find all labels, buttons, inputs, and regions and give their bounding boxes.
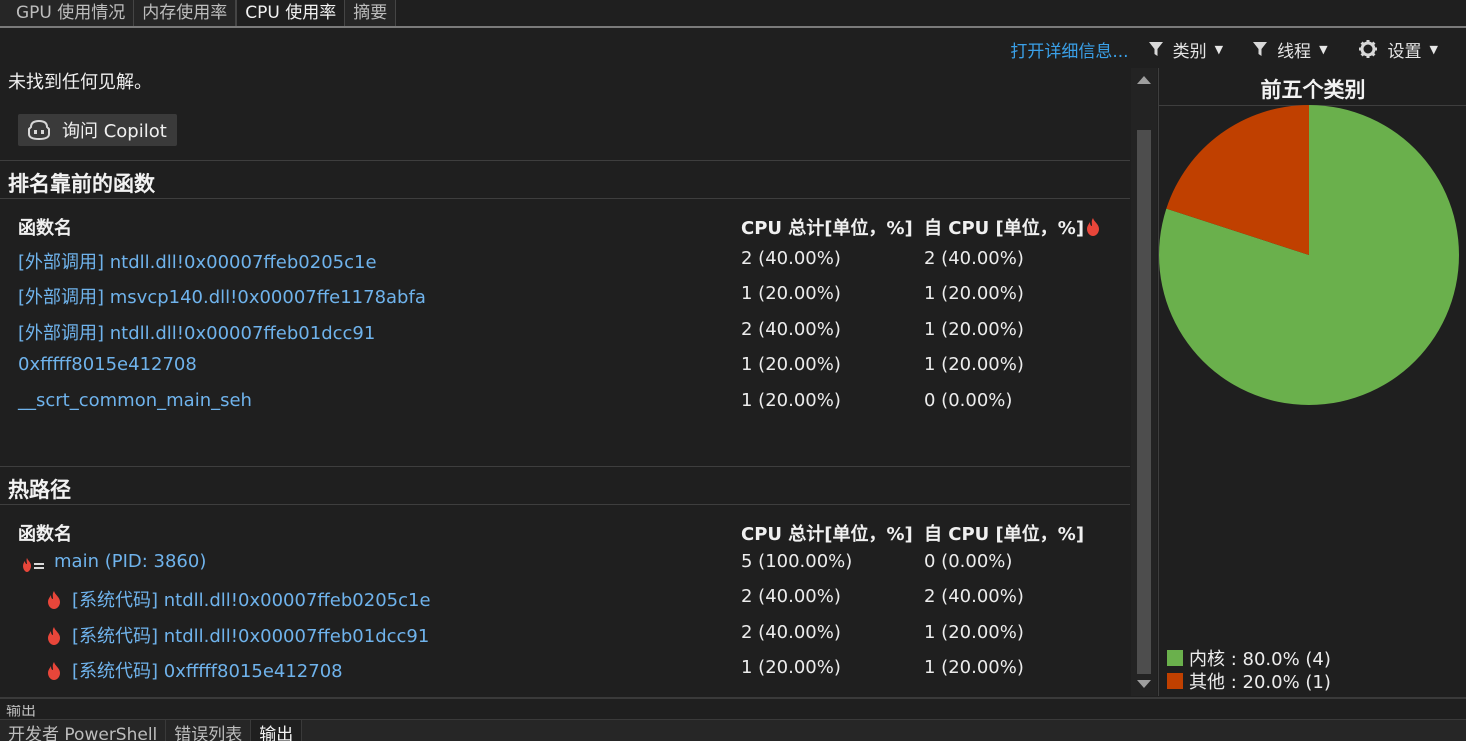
toolbar: 打开详细信息... 类别 ▼ 线程 ▼ 设置 ▼ xyxy=(1010,34,1466,64)
category-filter-button[interactable]: 类别 ▼ xyxy=(1148,37,1224,62)
open-details-link[interactable]: 打开详细信息... xyxy=(1010,37,1128,62)
table-row[interactable]: __scrt_common_main_seh 1 (20.00%) 0 (0.0… xyxy=(0,390,1130,420)
column-header-function-name[interactable]: 函数名 xyxy=(18,520,72,546)
cpu-total-value: 2 (40.00%) xyxy=(741,319,841,340)
function-name-link[interactable]: 0xfffff8015e412708 xyxy=(18,354,197,375)
hot-path-root-icon xyxy=(23,558,44,572)
function-name-link[interactable]: [外部调用] ntdll.dll!0x00007ffeb01dcc91 xyxy=(18,319,375,345)
pie-legend: 内核 : 80.0% (4) 其他 : 20.0% (1) xyxy=(1167,646,1331,693)
scrollbar-thumb[interactable] xyxy=(1137,130,1151,674)
output-panel-title: 输出 xyxy=(6,705,37,719)
cpu-total-value: 1 (20.00%) xyxy=(741,390,841,411)
function-name-link[interactable]: [系统代码] 0xfffff8015e412708 xyxy=(72,657,343,683)
top-functions-title: 排名靠前的函数 xyxy=(8,172,155,196)
pie-chart-title: 前五个类别 xyxy=(1260,78,1366,102)
self-cpu-value: 2 (40.00%) xyxy=(924,248,1024,269)
chevron-down-icon: ▼ xyxy=(1429,42,1438,56)
self-cpu-value: 1 (20.00%) xyxy=(924,657,1024,678)
table-row[interactable]: [外部调用] ntdll.dll!0x00007ffeb01dcc91 2 (4… xyxy=(0,319,1130,349)
self-cpu-value: 1 (20.00%) xyxy=(924,354,1024,375)
tree-row[interactable]: [系统代码] 0xfffff8015e412708 1 (20.00%) 1 (… xyxy=(0,657,1130,687)
divider xyxy=(0,198,1130,199)
gear-icon xyxy=(1358,40,1377,58)
thread-label: 线程 xyxy=(1277,41,1312,62)
flame-icon xyxy=(1087,218,1099,236)
table-row[interactable]: 0xfffff8015e412708 1 (20.00%) 1 (20.00%) xyxy=(0,354,1130,384)
chevron-down-icon: ▼ xyxy=(1319,42,1328,56)
vertical-scrollbar[interactable] xyxy=(1131,68,1157,696)
no-insights-text: 未找到任何见解。 xyxy=(8,72,152,93)
legend-item: 其他 : 20.0% (1) xyxy=(1167,669,1331,693)
table-row[interactable]: [外部调用] ntdll.dll!0x00007ffeb0205c1e 2 (4… xyxy=(0,248,1130,278)
hot-path-title: 热路径 xyxy=(8,478,71,502)
divider xyxy=(0,697,1466,699)
cpu-usage-main-panel: 未找到任何见解。 询问 Copilot 排名靠前的函数 函数名 CPU 总计[单… xyxy=(0,68,1130,696)
category-pie-chart xyxy=(1159,105,1459,405)
function-name-link[interactable]: [系统代码] ntdll.dll!0x00007ffeb01dcc91 xyxy=(72,622,429,648)
settings-label: 设置 xyxy=(1387,41,1422,62)
flame-icon xyxy=(48,627,60,645)
filter-icon xyxy=(1148,42,1163,56)
column-header-self-cpu[interactable]: 自 CPU [单位，%] xyxy=(924,214,1084,240)
tab-output[interactable]: 输出 xyxy=(251,720,303,741)
settings-button[interactable]: 设置 ▼ xyxy=(1358,37,1438,62)
cpu-total-value: 2 (40.00%) xyxy=(741,622,841,643)
divider xyxy=(0,160,1130,161)
thread-filter-button[interactable]: 线程 ▼ xyxy=(1253,37,1328,62)
tab-gpu-usage[interactable]: GPU 使用情况 xyxy=(0,0,135,26)
cpu-total-value: 2 (40.00%) xyxy=(741,586,841,607)
function-name-link[interactable]: [外部调用] msvcp140.dll!0x00007ffe1178abfa xyxy=(18,283,426,309)
function-name-link[interactable]: __scrt_common_main_seh xyxy=(18,390,252,411)
self-cpu-value: 0 (0.00%) xyxy=(924,551,1013,572)
legend-swatch xyxy=(1167,649,1183,666)
copilot-icon xyxy=(28,119,50,141)
tree-row[interactable]: main (PID: 3860) 5 (100.00%) 0 (0.00%) xyxy=(0,551,1130,581)
document-tabbar: GPU 使用情况 内存使用率 CPU 使用率 摘要 xyxy=(0,0,1466,28)
column-header-cpu-total[interactable]: CPU 总计[单位，%] xyxy=(741,214,913,240)
bottom-tabbar: 开发者 PowerShell 错误列表 输出 xyxy=(0,719,1466,741)
legend-swatch xyxy=(1167,672,1183,689)
function-name-link[interactable]: main (PID: 3860) xyxy=(54,551,206,572)
scroll-up-arrow-icon[interactable] xyxy=(1137,76,1151,84)
cpu-total-value: 2 (40.00%) xyxy=(741,248,841,269)
cpu-total-value: 1 (20.00%) xyxy=(741,283,841,304)
tab-developer-powershell[interactable]: 开发者 PowerShell xyxy=(0,720,167,741)
table-row[interactable]: [外部调用] msvcp140.dll!0x00007ffe1178abfa 1… xyxy=(0,283,1130,313)
category-label: 类别 xyxy=(1172,41,1207,62)
output-panel-header: 输出 xyxy=(0,705,1466,719)
divider xyxy=(0,504,1130,505)
function-name-link[interactable]: [外部调用] ntdll.dll!0x00007ffeb0205c1e xyxy=(18,248,377,274)
divider xyxy=(0,466,1130,467)
tree-row[interactable]: [系统代码] ntdll.dll!0x00007ffeb0205c1e 2 (4… xyxy=(0,586,1130,616)
cpu-total-value: 1 (20.00%) xyxy=(741,354,841,375)
tab-memory-usage[interactable]: 内存使用率 xyxy=(134,0,237,26)
tab-cpu-usage[interactable]: CPU 使用率 xyxy=(236,0,346,26)
self-cpu-value: 1 (20.00%) xyxy=(924,283,1024,304)
chevron-down-icon: ▼ xyxy=(1214,42,1224,56)
self-cpu-value: 2 (40.00%) xyxy=(924,586,1024,607)
legend-label: 其他 : 20.0% (1) xyxy=(1189,671,1331,693)
ask-copilot-label: 询问 Copilot xyxy=(62,121,167,142)
column-header-self-cpu[interactable]: 自 CPU [单位，%] xyxy=(924,520,1084,546)
tab-error-list[interactable]: 错误列表 xyxy=(166,720,252,741)
scroll-down-arrow-icon[interactable] xyxy=(1137,680,1151,688)
flame-icon xyxy=(48,662,60,680)
self-cpu-value: 1 (20.00%) xyxy=(924,319,1024,340)
self-cpu-value: 1 (20.00%) xyxy=(924,622,1024,643)
legend-item: 内核 : 80.0% (4) xyxy=(1167,646,1331,670)
ask-copilot-button[interactable]: 询问 Copilot xyxy=(18,114,177,146)
tab-summary[interactable]: 摘要 xyxy=(345,0,397,26)
tree-row[interactable]: [系统代码] ntdll.dll!0x00007ffeb01dcc91 2 (4… xyxy=(0,622,1130,652)
column-header-function-name[interactable]: 函数名 xyxy=(18,214,72,240)
filter-icon xyxy=(1253,42,1268,56)
function-name-link[interactable]: [系统代码] ntdll.dll!0x00007ffeb0205c1e xyxy=(72,586,431,612)
column-header-cpu-total[interactable]: CPU 总计[单位，%] xyxy=(741,520,913,546)
self-cpu-value: 0 (0.00%) xyxy=(924,390,1013,411)
cpu-total-value: 1 (20.00%) xyxy=(741,657,841,678)
cpu-total-value: 5 (100.00%) xyxy=(741,551,853,572)
flame-icon xyxy=(48,591,60,609)
top-categories-panel: 前五个类别 内核 : 80.0% (4) 其他 : 20.0% (1) xyxy=(1158,68,1466,696)
